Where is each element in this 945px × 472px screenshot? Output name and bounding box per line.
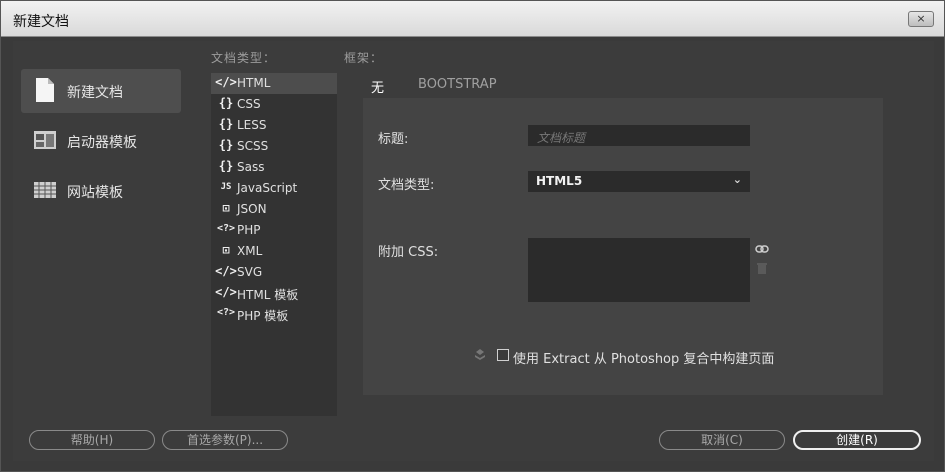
doc-type-label: PHP 模板 [237, 309, 289, 323]
xml-file-icon: ⊡ [222, 243, 230, 257]
create-button[interactable]: 创建(R) [793, 430, 921, 450]
category-new-document[interactable]: 新建文档 [21, 69, 181, 113]
doc-type-label: Sass [237, 160, 265, 174]
extract-checkbox[interactable] [497, 349, 509, 361]
dialog-title: 新建文档 [13, 14, 69, 30]
javascript-icon: JS [220, 182, 232, 192]
doc-type-less[interactable]: {} LESS [211, 115, 337, 136]
doc-type-label: LESS [237, 118, 267, 132]
code-tag-icon: </> [215, 264, 237, 278]
close-button[interactable]: × [908, 11, 934, 27]
trash-icon[interactable] [757, 262, 767, 274]
doc-type-label: SCSS [237, 139, 269, 153]
doc-type-sass[interactable]: {} Sass [211, 157, 337, 178]
doc-type-php-template[interactable]: <?> PHP 模板 [211, 304, 337, 325]
title-bar: 新建文档 × [1, 1, 944, 37]
doctype-select[interactable]: HTML5 ⌄ [528, 171, 750, 192]
attach-css-label: 附加 CSS: [378, 245, 439, 260]
php-tag-icon: <?> [216, 223, 236, 234]
code-tag-icon: </> [215, 75, 237, 89]
doc-type-svg[interactable]: </> SVG [211, 262, 337, 283]
doc-type-html[interactable]: </> HTML [211, 73, 337, 94]
braces-icon: {} [218, 117, 234, 131]
doc-type-label: HTML 模板 [237, 288, 299, 302]
doc-type-label: PHP [237, 223, 261, 237]
cancel-button[interactable]: 取消(C) [659, 430, 785, 450]
category-site-templates[interactable]: 网站模板 [21, 169, 181, 213]
doctype-value: HTML5 [536, 174, 583, 188]
doc-type-label: XML [237, 244, 263, 258]
link-icon[interactable] [755, 243, 769, 255]
framework-header: 框架： [344, 51, 384, 65]
doc-type-list: </> HTML {} CSS {} LESS {} SCSS {} Sass … [211, 73, 337, 416]
doc-type-xml[interactable]: ⊡ XML [211, 241, 337, 262]
braces-icon: {} [218, 138, 234, 152]
doc-type-json[interactable]: ⊡ JSON [211, 199, 337, 220]
doc-type-label: HTML [237, 76, 271, 90]
doc-type-php[interactable]: <?> PHP [211, 220, 337, 241]
doc-type-css[interactable]: {} CSS [211, 94, 337, 115]
doc-type-label: JSON [237, 202, 267, 216]
category-label: 网站模板 [67, 185, 123, 201]
new-document-dialog: 新建文档 × 新建文档 启动器模板 网站模板 文档类型： 框架： </> HTM… [0, 0, 945, 472]
settings-panel: 标题: 文档标题 文档类型: HTML5 ⌄ 附加 CSS: 使用 Extrac… [363, 98, 883, 395]
site-template-icon [34, 182, 56, 198]
title-input[interactable]: 文档标题 [528, 125, 750, 146]
extract-text: 使用 Extract 从 Photoshop 复合中构建页面 [513, 352, 775, 367]
php-tag-icon: <?> [216, 307, 236, 318]
braces-icon: {} [218, 96, 234, 110]
attached-css-list[interactable] [528, 238, 750, 302]
title-label: 标题: [378, 132, 409, 147]
doc-type-header: 文档类型： [211, 51, 277, 65]
dialog-body: 新建文档 启动器模板 网站模板 文档类型： 框架： </> HTML {} CS… [13, 41, 934, 461]
doc-type-label: CSS [237, 97, 261, 111]
braces-icon: {} [218, 159, 234, 173]
doc-type-scss[interactable]: {} SCSS [211, 136, 337, 157]
code-tag-icon: </> [215, 285, 237, 299]
doctype-label: 文档类型: [378, 178, 435, 193]
chevron-down-icon: ⌄ [732, 173, 742, 186]
extract-icon [475, 349, 485, 360]
category-starter-templates[interactable]: 启动器模板 [21, 119, 181, 163]
blank-document-icon [36, 78, 54, 102]
category-label: 新建文档 [67, 85, 123, 101]
doc-type-javascript[interactable]: JS JavaScript [211, 178, 337, 199]
doc-type-label: JavaScript [237, 181, 298, 195]
help-button[interactable]: 帮助(H) [29, 430, 155, 450]
category-label: 启动器模板 [67, 135, 137, 151]
preferences-button[interactable]: 首选参数(P)... [162, 430, 288, 450]
tab-bootstrap[interactable]: BOOTSTRAP [418, 77, 497, 92]
doc-type-html-template[interactable]: </> HTML 模板 [211, 283, 337, 304]
json-file-icon: ⊡ [222, 201, 230, 215]
starter-template-icon [34, 131, 56, 149]
doc-type-label: SVG [237, 265, 263, 279]
